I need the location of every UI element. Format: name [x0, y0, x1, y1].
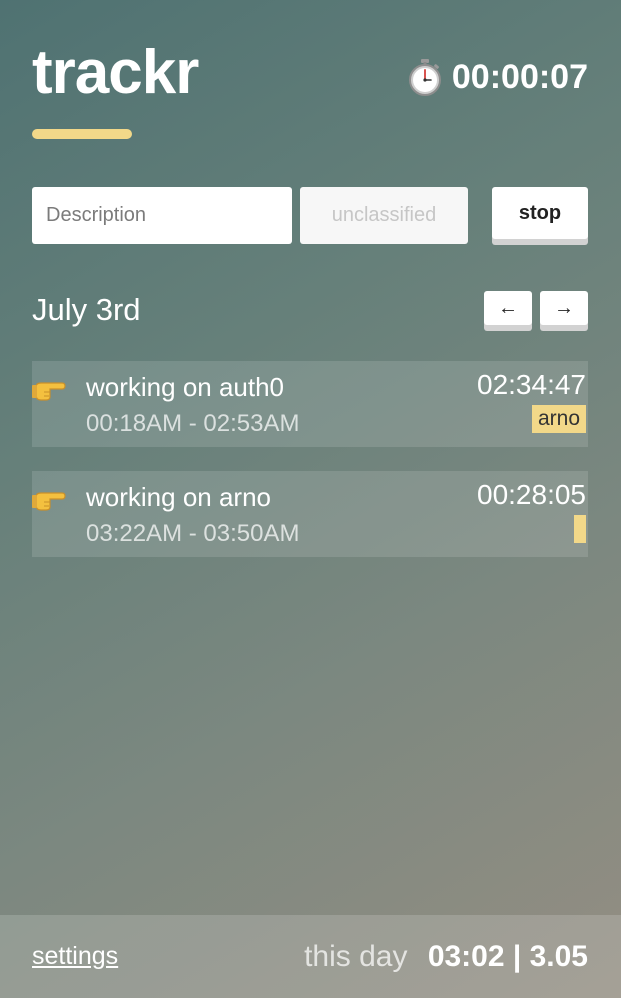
timer-value: 00:00:07	[451, 58, 588, 96]
trackr-app: trackr 00:00:07 stop July 3rd ← → wor	[0, 0, 621, 998]
day-label: July 3rd	[32, 292, 141, 327]
summary-total: 03:02 | 3.05	[427, 940, 588, 973]
day-summary: this day 03:02 | 3.05	[304, 939, 588, 975]
app-logo: trackr	[32, 38, 199, 107]
description-input[interactable]	[32, 187, 292, 244]
entry-title: working on auth0	[86, 372, 285, 402]
settings-link[interactable]: settings	[32, 939, 118, 973]
stopwatch-icon	[408, 59, 441, 96]
entry-time-range: 03:22AM - 03:50AM	[86, 520, 300, 547]
running-timer: 00:00:07	[408, 58, 588, 96]
time-entry[interactable]: working on arno 03:22AM - 03:50AM 00:28:…	[32, 471, 588, 557]
previous-day-button[interactable]: ←	[484, 291, 532, 325]
pointing-hand-icon	[32, 382, 66, 401]
arrow-left-icon: ←	[498, 296, 518, 319]
entry-duration: 02:34:47	[477, 369, 586, 400]
summary-label: this day	[304, 940, 408, 973]
stop-button[interactable]: stop	[492, 187, 588, 239]
next-day-button[interactable]: →	[540, 291, 588, 325]
entry-category-tag[interactable]	[574, 515, 586, 543]
logo-underline	[32, 129, 132, 139]
entry-title: working on arno	[86, 482, 271, 512]
entry-category-tag[interactable]: arno	[531, 405, 586, 433]
pointing-hand-icon	[32, 492, 66, 511]
footer-bar: settings this day 03:02 | 3.05	[0, 915, 621, 998]
entry-time-range: 00:18AM - 02:53AM	[86, 410, 300, 437]
category-input[interactable]	[300, 187, 468, 244]
arrow-right-icon: →	[554, 296, 574, 319]
entry-duration: 00:28:05	[477, 479, 586, 510]
time-entry[interactable]: working on auth0 00:18AM - 02:53AM 02:34…	[32, 361, 588, 447]
